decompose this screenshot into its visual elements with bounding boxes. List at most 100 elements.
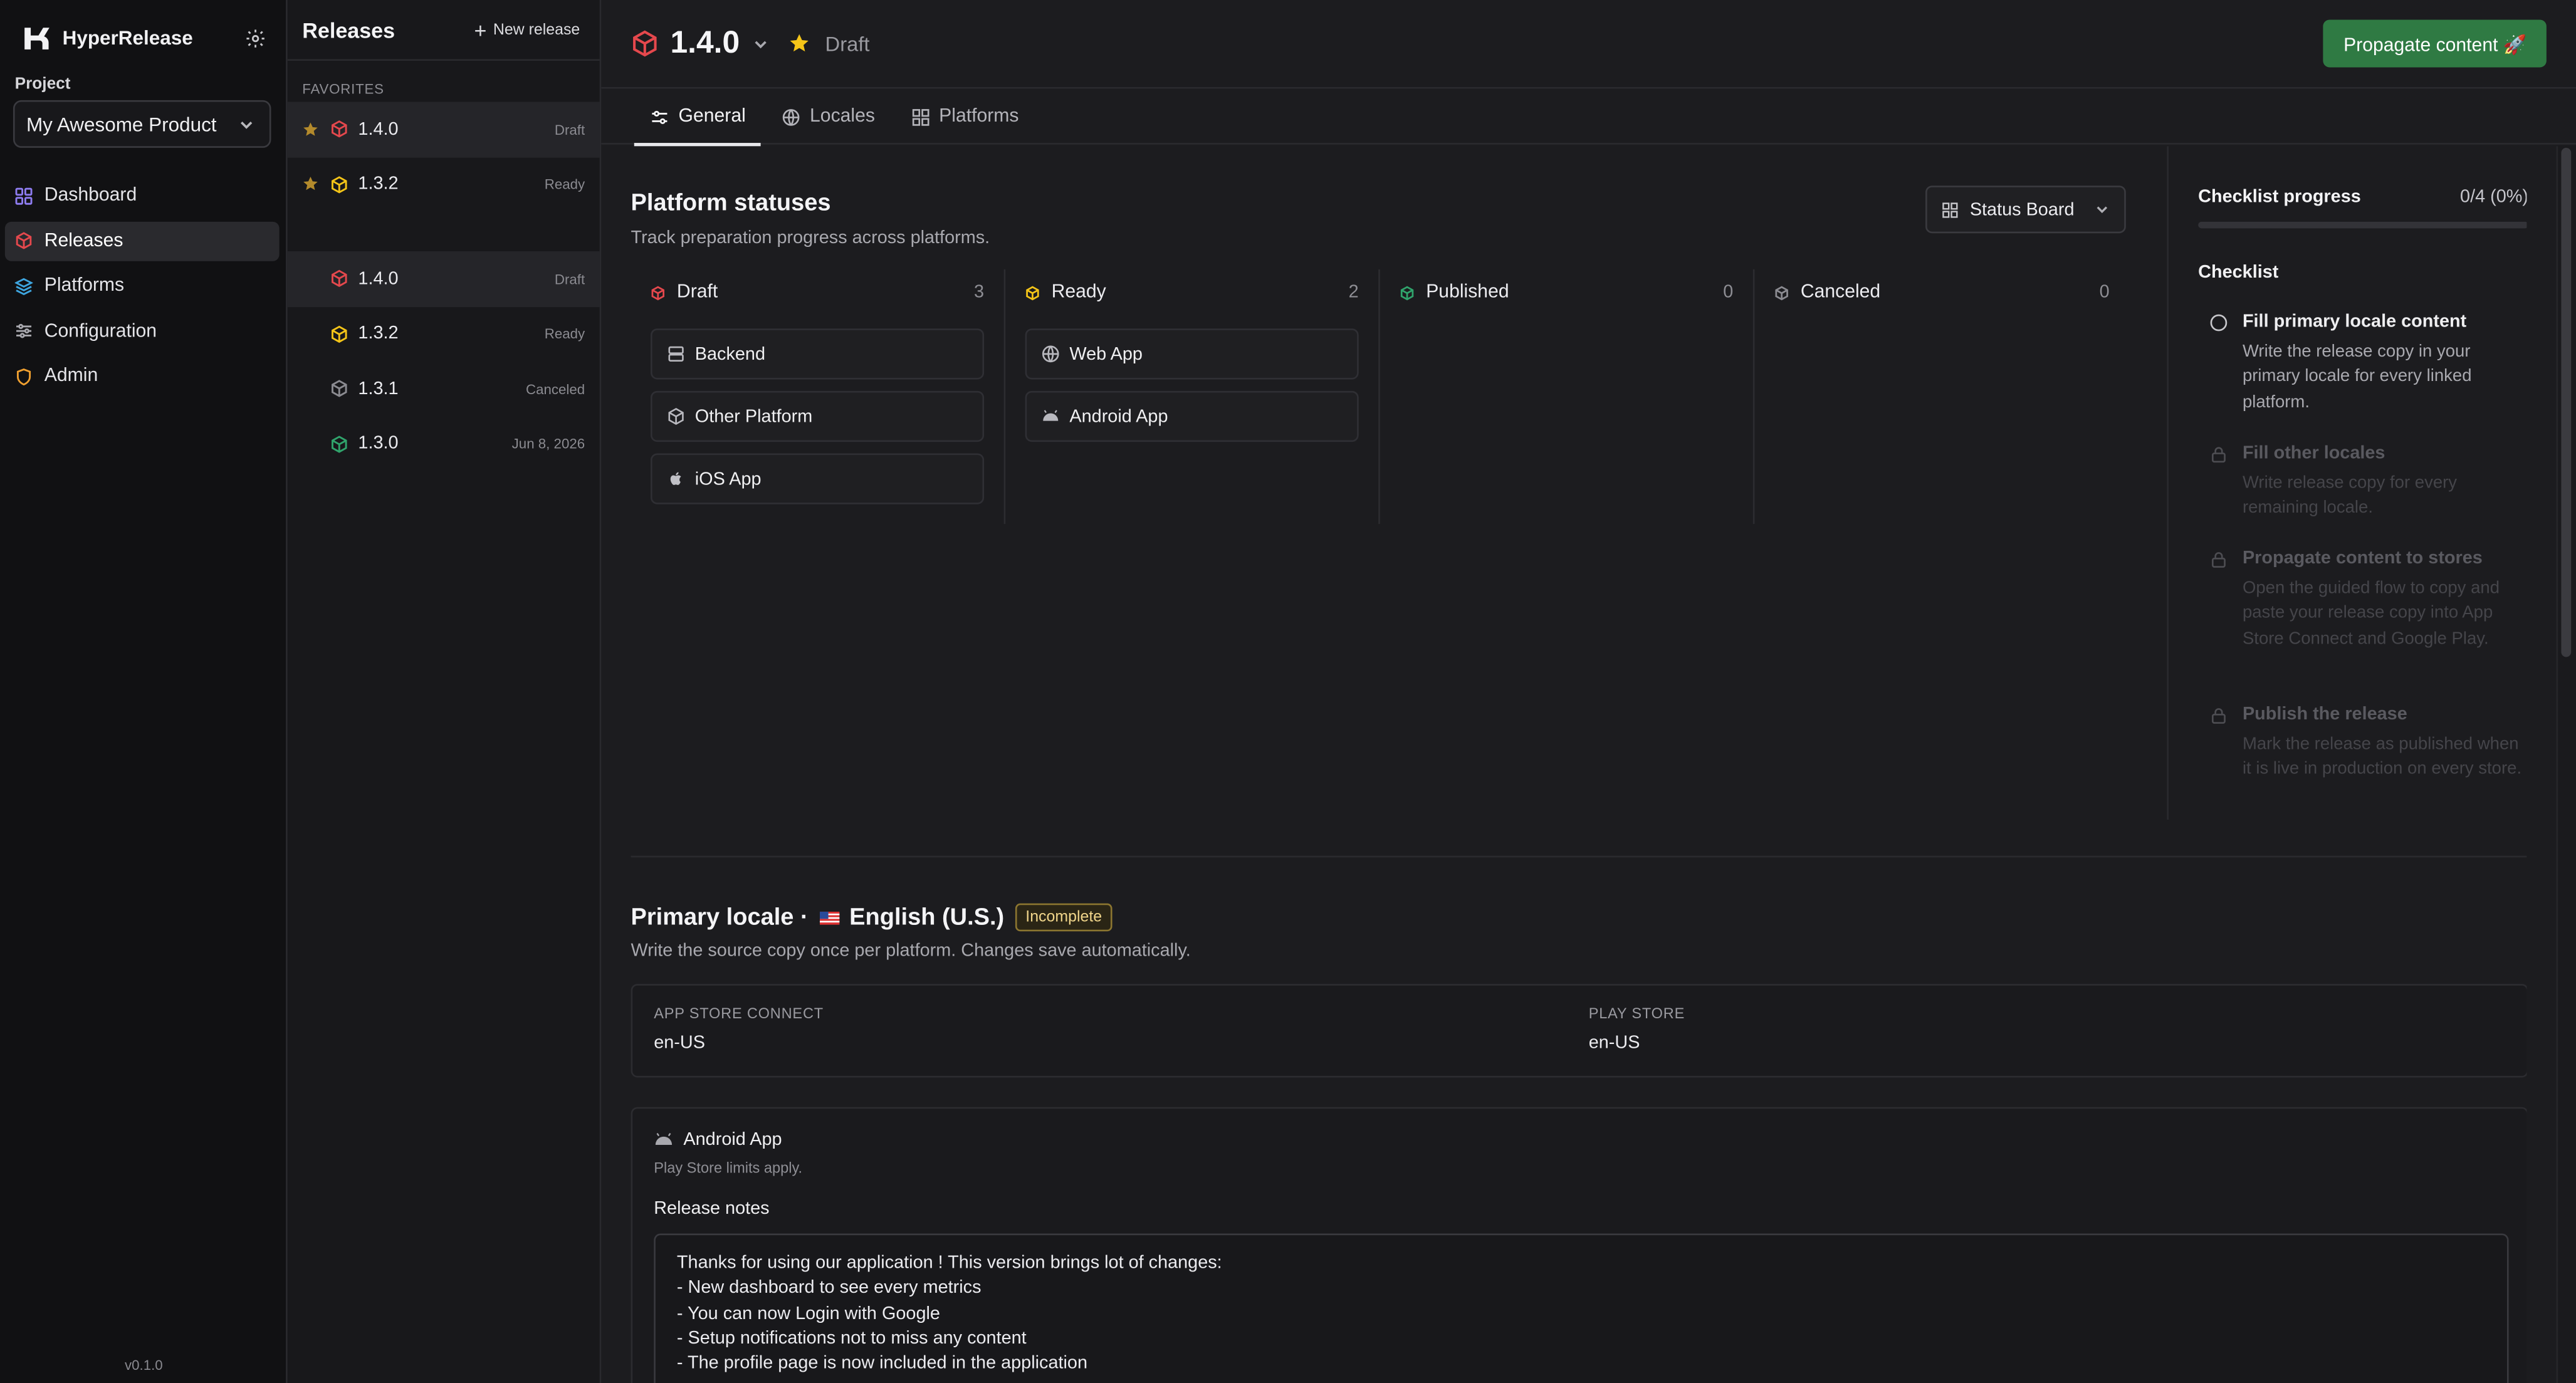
release-notes-textarea[interactable]: Thanks for using our application ! This … [654,1233,2509,1383]
column-header: Canceled 0 [1774,269,2110,315]
checklist-item-title: Publish the release [2242,704,2407,724]
nav-item-label: Platforms [44,276,125,296]
cube-icon [332,120,347,138]
status-column-ready: Ready 2 Web App Android App [1005,269,1380,524]
release-status: Canceled [525,380,585,397]
platform-card-other-platform[interactable]: Other Platform [650,390,985,442]
column-count: 2 [1348,282,1359,303]
release-version: 1.3.2 [358,174,399,194]
primary-locale-prefix: Primary locale · [631,904,809,931]
cube-icon [633,30,657,57]
tab-platforms[interactable]: Platforms [911,89,1019,145]
brand-name: HyperRelease [62,26,193,50]
tab-general[interactable]: General [634,89,761,147]
platform-card-web-app[interactable]: Web App [1025,328,1359,380]
chevron-down-icon [241,120,253,128]
checklist-progress-bar [2198,221,2527,229]
tab-label: Locales [810,107,875,127]
android-icon [655,1132,673,1145]
grid-icon [911,108,929,125]
platform-card-label: Web App [1069,344,1143,364]
server-icon [668,346,684,362]
chevron-down-icon[interactable] [753,35,769,51]
favorite-release-item[interactable]: 1.4.0 Draft [287,102,600,157]
brand-bar: HyperRelease [0,0,286,76]
checklist-item-desc: Open the guided flow to copy and paste y… [2242,578,2500,649]
status-column-draft: Draft 3 Backend Other Platform iOS App [631,269,1006,524]
releases-panel: Releases + New release FAVORITES 1.4.0 D… [287,0,602,1383]
cube-icon [1400,285,1414,300]
locale-code-value: en-US [1588,1033,1640,1053]
release-item[interactable]: 1.4.0 Draft [287,251,600,306]
platform-card-label: Backend [694,344,765,364]
release-item[interactable]: 1.3.0 Jun 8, 2026 [288,416,600,471]
project-select-value: My Awesome Product [26,112,217,136]
release-status: Ready [544,325,585,342]
nav-item-releases[interactable]: Releases [4,221,280,261]
checklist-item: Propagate content to stores Open the gui… [2198,548,2526,652]
main-nav: Dashboard Releases Platforms Configurati… [0,175,286,395]
checklist-panel: Checklist progress 0/4 (0%) Checklist Fi… [2167,146,2527,820]
platform-card-android-app[interactable]: Android App [1025,390,1359,442]
android-icon [1043,410,1059,421]
release-item[interactable]: 1.3.2 Ready [288,306,600,362]
tab-label: Platforms [939,107,1019,127]
column-count: 3 [974,282,985,303]
checklist-item-title: Fill other locales [2242,443,2385,464]
primary-locale-subtitle: Write the source copy once per platform.… [631,941,1191,961]
nav-item-dashboard[interactable]: Dashboard [5,175,280,215]
tab-locales[interactable]: Locales [782,89,875,145]
release-status: Ready [544,176,585,193]
star-icon[interactable] [302,121,318,137]
scrollbar-thumb[interactable] [2561,147,2572,657]
nav-item-configuration[interactable]: Configuration [5,311,280,351]
android-section-title: Android App [683,1130,782,1150]
checklist-item: Fill other locales Write release copy fo… [2198,444,2526,522]
nav-item-admin[interactable]: Admin [5,357,280,396]
cube-icon [332,325,347,343]
locale-code-app-store: APP STORE CONNECT en-US [654,1005,824,1053]
gear-icon[interactable] [245,27,266,48]
star-icon[interactable] [302,176,318,192]
platform-statuses-title: Platform statuses [631,190,831,217]
android-section-header: Android App [654,1130,782,1150]
locale-code-key: APP STORE CONNECT [654,1005,824,1022]
column-header: Ready 2 [1025,269,1359,315]
column-name: Published [1426,282,1509,303]
checklist-item[interactable]: Fill primary locale content Write the re… [2198,312,2526,415]
release-status-label: Draft [825,32,870,55]
release-status: Jun 8, 2026 [511,436,585,452]
incomplete-badge: Incomplete [1015,903,1112,932]
sliders-icon [16,323,32,338]
platform-card-ios-app[interactable]: iOS App [650,453,985,504]
lock-icon [2211,447,2226,463]
propagate-content-button[interactable]: Propagate content 🚀 [2323,19,2547,68]
release-header: 1.4.0 Draft Propagate content 🚀 [601,0,2576,89]
column-name: Canceled [1800,282,1881,303]
hyperrelease-logo-icon [24,26,50,49]
lock-icon [2211,552,2226,568]
release-item[interactable]: 1.3.1 Canceled [288,362,600,417]
nav-item-platforms[interactable]: Platforms [5,266,280,306]
new-release-button[interactable]: + New release [474,19,580,40]
platform-card-backend[interactable]: Backend [650,328,985,380]
grid-icon [15,187,33,204]
checklist-item-desc: Write the release copy in your primary l… [2242,342,2472,412]
status-board-select[interactable]: Status Board [1925,185,2126,234]
column-name: Ready [1051,282,1106,303]
release-notes-label: Release notes [654,1199,770,1219]
project-select[interactable]: My Awesome Product [13,100,271,148]
platform-statuses-subtitle: Track preparation progress across platfo… [631,228,990,248]
checklist-item: Publish the release Mark the release as … [2198,704,2526,783]
star-icon[interactable] [789,33,810,54]
cube-icon [332,270,347,288]
platform-card-label: Android App [1069,406,1168,427]
tab-label: General [678,107,746,127]
shield-icon [16,367,31,385]
favorite-release-item[interactable]: 1.3.2 Ready [288,157,600,212]
cube-icon [1775,285,1788,300]
checklist-progress-label: Checklist progress [2198,187,2361,207]
general-tab-content: Platform statuses Track preparation prog… [631,146,2527,1383]
column-name: Draft [676,282,718,303]
